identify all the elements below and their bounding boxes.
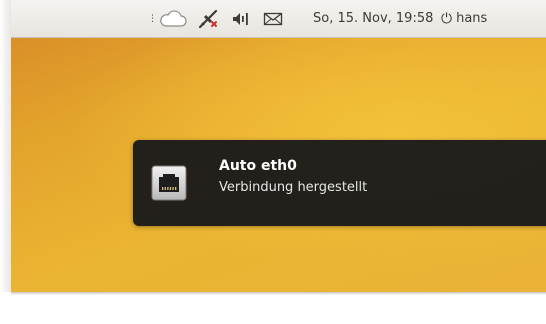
top-panel: ⋮ So, 15. Nov, 19:58 ⏻ hans bbox=[11, 0, 546, 38]
power-icon: ⏻ bbox=[441, 10, 453, 27]
network-ethernet-icon bbox=[151, 165, 187, 201]
notification-bubble[interactable]: Auto eth0 Verbindung hergestellt bbox=[133, 140, 546, 226]
mail-icon[interactable] bbox=[263, 0, 283, 37]
panel-drag-handle[interactable]: ⋮ bbox=[148, 0, 157, 37]
volume-icon[interactable] bbox=[231, 0, 251, 37]
notification-body: Verbindung hergestellt bbox=[219, 180, 368, 195]
weather-cloud-icon[interactable] bbox=[159, 0, 187, 37]
username-label: hans bbox=[456, 11, 488, 26]
network-disconnected-icon[interactable] bbox=[197, 0, 219, 37]
notification-title: Auto eth0 bbox=[219, 158, 297, 174]
panel-clock[interactable]: So, 15. Nov, 19:58 bbox=[313, 0, 433, 37]
screen-left-edge bbox=[0, 0, 11, 292]
desktop: ⋮ So, 15. Nov, 19:58 ⏻ hans Auto eth0 Ve… bbox=[11, 0, 546, 292]
session-menu[interactable]: ⏻ hans bbox=[441, 0, 487, 37]
screen-bottom-edge bbox=[11, 292, 546, 295]
